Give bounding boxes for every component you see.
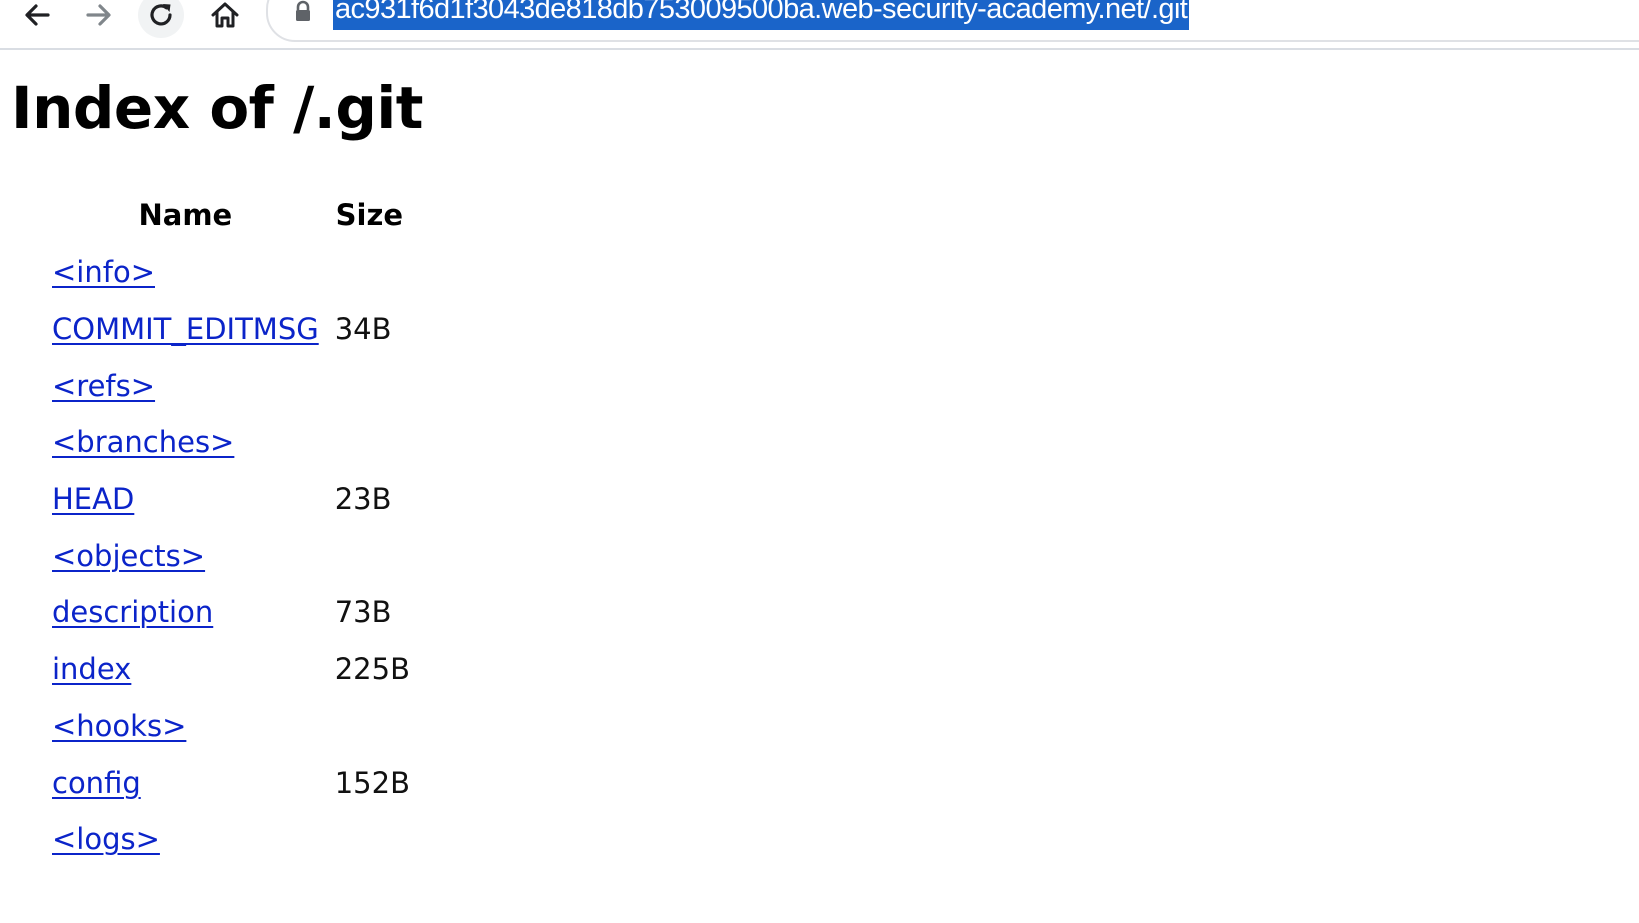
reload-icon [150, 4, 172, 26]
table-row: <objects> [52, 527, 410, 584]
table-row: <info> [52, 244, 410, 301]
column-header-size: Size [335, 198, 404, 232]
entry-link[interactable]: index [52, 652, 131, 686]
column-header-name: Name [138, 198, 233, 232]
table-row: <refs> [52, 357, 410, 414]
entry-link[interactable]: HEAD [52, 482, 134, 516]
home-icon [211, 2, 239, 28]
back-arrow-icon [25, 4, 50, 26]
back-button[interactable] [14, 0, 60, 38]
entry-size: 34B [334, 312, 392, 347]
lock-icon[interactable] [292, 0, 314, 22]
table-row: <logs> [52, 811, 410, 868]
entry-size [329, 357, 410, 414]
table-row: <hooks> [52, 698, 410, 755]
entry-size [329, 414, 410, 471]
home-button[interactable] [202, 0, 248, 38]
reload-button[interactable] [138, 0, 184, 38]
entry-link[interactable]: description [52, 595, 213, 629]
entry-size [329, 811, 410, 868]
entry-size: 225B [334, 652, 410, 687]
entry-link[interactable]: <logs> [52, 822, 160, 856]
browser-toolbar: ac931f6d1f3043de818db753009500ba.web-sec… [0, 0, 1639, 50]
entry-link[interactable]: <branches> [52, 425, 234, 459]
url-text[interactable]: ac931f6d1f3043de818db753009500ba.web-sec… [333, 0, 1190, 30]
entry-link[interactable]: <info> [52, 255, 155, 289]
entry-link[interactable]: <objects> [52, 539, 205, 573]
entry-link[interactable]: <refs> [52, 369, 155, 403]
table-row: description 73B [52, 584, 410, 641]
directory-listing-table: Name Size <info> COMMIT_EDITMSG 34B <ref… [42, 186, 420, 868]
table-header-row: Name Size [52, 186, 410, 244]
page-title: Index of /.git [11, 74, 423, 142]
listing-body: <info> COMMIT_EDITMSG 34B <refs> <branch… [52, 244, 410, 868]
entry-link[interactable]: <hooks> [52, 709, 186, 743]
table-row: index 225B [52, 641, 410, 698]
entry-size: 23B [334, 482, 392, 517]
entry-size [329, 244, 410, 301]
forward-button[interactable] [76, 0, 122, 38]
table-row: config 152B [52, 754, 410, 811]
entry-size [329, 698, 410, 755]
table-row: <branches> [52, 414, 410, 471]
entry-size: 152B [334, 765, 410, 800]
entry-size: 73B [334, 595, 392, 630]
entry-size [329, 527, 410, 584]
entry-link[interactable]: COMMIT_EDITMSG [52, 312, 319, 346]
forward-arrow-icon [86, 4, 111, 26]
entry-link[interactable]: config [52, 766, 141, 800]
table-row: COMMIT_EDITMSG 34B [52, 301, 410, 358]
table-row: HEAD 23B [52, 471, 410, 528]
